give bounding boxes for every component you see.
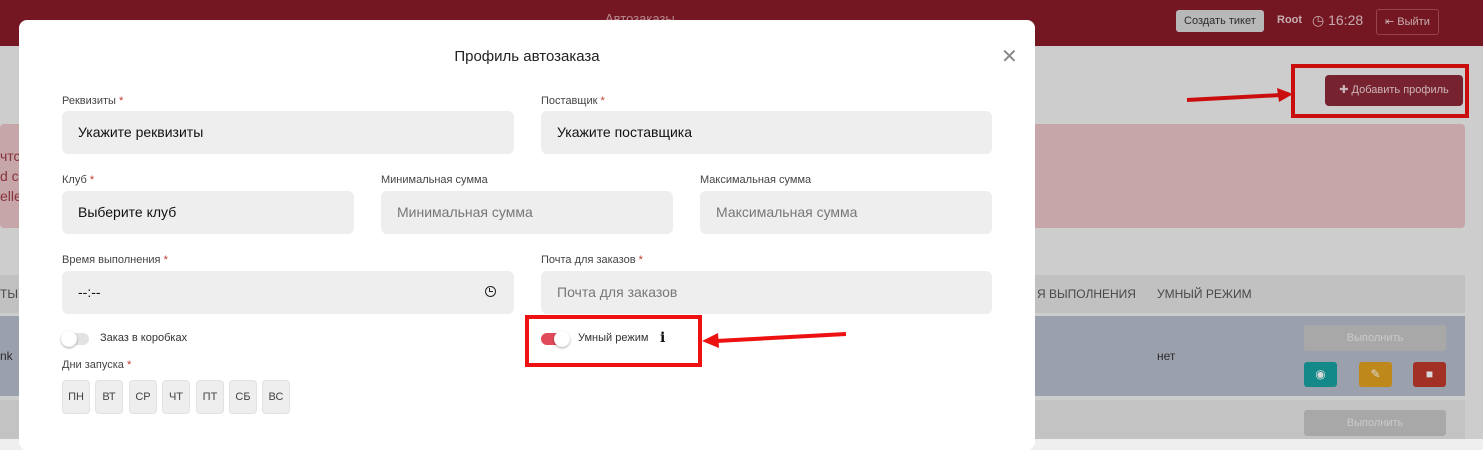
supplier-label-text: Поставщик (541, 95, 598, 107)
exec-time-input[interactable]: --:-- (62, 271, 514, 314)
exec-time-value: --:-- (78, 284, 101, 300)
exec-time-label: Время выполнения * (62, 254, 168, 266)
close-icon[interactable]: ✕ (1001, 47, 1018, 67)
email-label: Почта для заказов * (541, 254, 643, 266)
day-button-wed[interactable]: СР (129, 380, 157, 414)
required-mark: * (638, 254, 643, 266)
min-sum-input[interactable]: Минимальная сумма (381, 191, 673, 234)
boxes-toggle-label: Заказ в коробках (100, 332, 188, 344)
required-mark: * (126, 359, 132, 371)
required-mark: * (89, 174, 95, 186)
club-label-text: Клуб (62, 174, 87, 186)
club-label: Клуб * (62, 174, 94, 186)
required-mark: * (163, 254, 168, 266)
day-button-sat[interactable]: СБ (229, 380, 257, 414)
requisites-label: Реквизиты * (62, 95, 123, 107)
day-button-mon[interactable]: ПН (62, 380, 90, 414)
club-select[interactable]: Выберите клуб (62, 191, 354, 234)
toggle-knob (61, 331, 77, 347)
max-sum-label: Максимальная сумма (700, 174, 812, 186)
required-mark: * (600, 95, 605, 107)
modal-title: Профиль автозаказа (454, 48, 600, 65)
days-label: Дни запуска * (62, 359, 131, 371)
day-button-fri[interactable]: ПТ (196, 380, 224, 414)
email-input[interactable]: Почта для заказов (541, 271, 992, 314)
autoorder-profile-modal: Профиль автозаказа ✕ Реквизиты * Укажите… (19, 20, 1035, 450)
supplier-select[interactable]: Укажите поставщика (541, 111, 992, 154)
highlight-box-smart-mode (525, 315, 702, 367)
min-sum-label: Минимальная сумма (381, 174, 488, 186)
requisites-select[interactable]: Укажите реквизиты (62, 111, 514, 154)
red-arrow-to-smart-mode (702, 332, 847, 348)
day-button-tue[interactable]: ВТ (95, 380, 123, 414)
day-button-sun[interactable]: ВС (262, 380, 290, 414)
exec-time-label-text: Время выполнения (62, 254, 161, 266)
supplier-label: Поставщик * (541, 95, 605, 107)
days-label-text: Дни запуска (62, 359, 124, 371)
boxes-toggle[interactable] (61, 331, 89, 347)
clock-icon[interactable] (485, 286, 496, 297)
day-button-thu[interactable]: ЧТ (162, 380, 190, 414)
required-mark: * (118, 95, 124, 107)
max-sum-input[interactable]: Максимальная сумма (700, 191, 992, 234)
requisites-label-text: Реквизиты (62, 95, 116, 107)
email-label-text: Почта для заказов (541, 254, 636, 266)
